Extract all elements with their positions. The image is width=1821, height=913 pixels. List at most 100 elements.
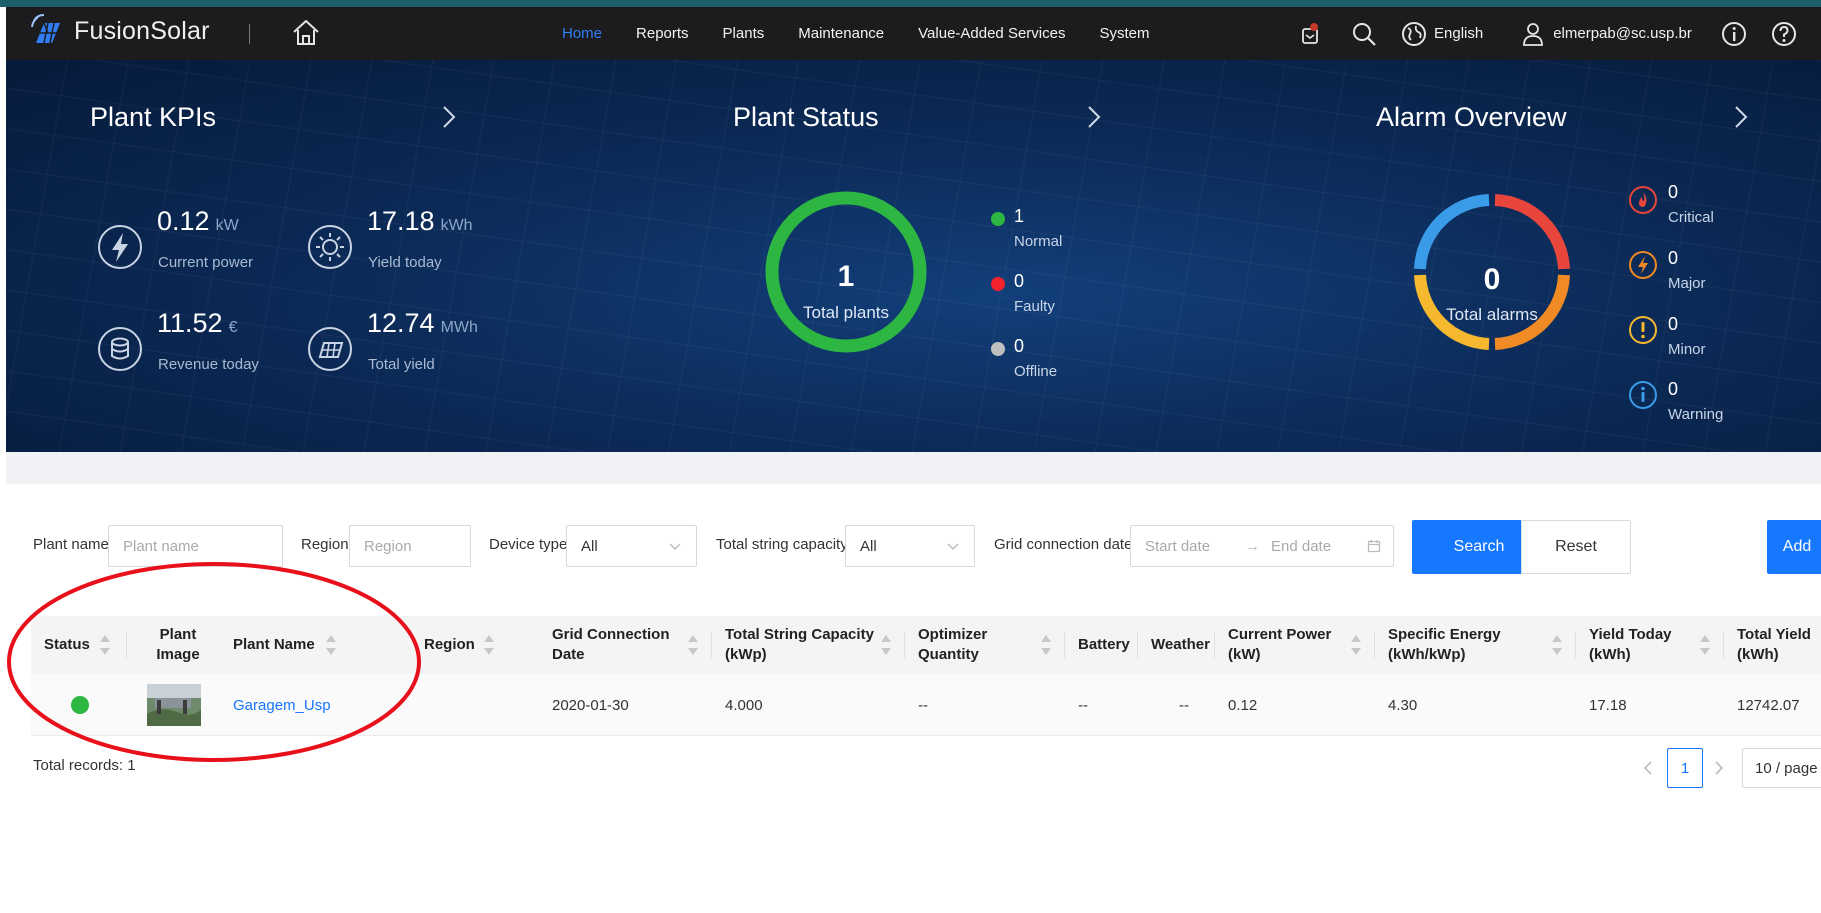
section-separator bbox=[6, 452, 1821, 484]
col-battery: Battery bbox=[1078, 635, 1130, 653]
region-input[interactable] bbox=[364, 537, 470, 555]
plant-thumbnail-image[interactable] bbox=[147, 684, 201, 726]
nav-maintenance[interactable]: Maintenance bbox=[798, 25, 884, 42]
date-range-arrow-icon: → bbox=[1245, 537, 1260, 555]
grid-connection-date-cell: 2020-01-30 bbox=[552, 696, 629, 714]
total-plants-count: 1 bbox=[837, 260, 855, 293]
plant-status-arrow-icon[interactable] bbox=[1085, 102, 1103, 132]
minor-count: 0 bbox=[1668, 314, 1679, 334]
page: FusionSolar Home Reports Plants Maintena… bbox=[0, 0, 1821, 913]
total-yield-value: 12.74 MWh bbox=[367, 308, 478, 338]
region-field[interactable] bbox=[349, 525, 471, 567]
user-icon[interactable] bbox=[1519, 20, 1547, 48]
total-string-capacity-cell: 4.000 bbox=[725, 696, 763, 714]
globe-icon[interactable] bbox=[1400, 20, 1428, 48]
warning-label: Warning bbox=[1668, 406, 1724, 423]
app-name: FusionSolar bbox=[74, 16, 210, 45]
sort-icon[interactable] bbox=[483, 632, 495, 658]
col-plant-name: Plant Name bbox=[233, 635, 315, 653]
nav-home[interactable]: Home bbox=[562, 25, 602, 42]
search-icon[interactable] bbox=[1350, 20, 1378, 48]
plant-status-title: Plant Status bbox=[733, 102, 879, 132]
col-status: Status bbox=[44, 635, 90, 653]
revenue-today-label: Revenue today bbox=[158, 356, 259, 373]
help-icon[interactable] bbox=[1770, 20, 1798, 48]
col-total-yield: Total Yield (kWh) bbox=[1737, 625, 1811, 663]
total-string-capacity-value: All bbox=[860, 537, 877, 555]
date-range-picker[interactable]: Start date → End date bbox=[1130, 525, 1394, 567]
col-current-power: Current Power (kW) bbox=[1228, 625, 1332, 663]
column-divider bbox=[904, 632, 905, 658]
app-logo[interactable]: FusionSolar bbox=[30, 13, 210, 49]
user-account[interactable]: elmerpab@sc.usp.br bbox=[1553, 25, 1692, 42]
pagination-next-icon[interactable] bbox=[1711, 758, 1727, 778]
warning-count: 0 bbox=[1668, 379, 1679, 399]
optimizer-quantity-cell: -- bbox=[918, 696, 928, 714]
plant-name-label: Plant name bbox=[33, 536, 109, 553]
status-normal-dot bbox=[71, 696, 89, 714]
offline-status-dot bbox=[991, 342, 1005, 356]
major-label: Major bbox=[1668, 275, 1706, 292]
plant-name-link[interactable]: Garagem_Usp bbox=[233, 697, 331, 714]
plant-kpis-title: Plant KPIs bbox=[90, 102, 217, 132]
normal-status-dot bbox=[991, 212, 1005, 226]
yield-today-cell: 17.18 bbox=[1589, 696, 1627, 714]
nav-value-added-services[interactable]: Value-Added Services bbox=[918, 25, 1065, 42]
critical-fire-icon bbox=[1629, 186, 1657, 214]
alarm-overview-title: Alarm Overview bbox=[1376, 102, 1567, 132]
alarm-overview-arrow-icon[interactable] bbox=[1732, 102, 1750, 132]
nav-plants[interactable]: Plants bbox=[723, 25, 765, 42]
sort-icon[interactable] bbox=[687, 632, 699, 658]
sort-icon[interactable] bbox=[1699, 632, 1711, 658]
revenue-today-value: 11.52 € bbox=[157, 308, 238, 338]
major-count: 0 bbox=[1668, 248, 1679, 268]
nav-system[interactable]: System bbox=[1099, 25, 1149, 42]
message-icon[interactable] bbox=[1296, 20, 1324, 48]
info-icon[interactable] bbox=[1720, 20, 1748, 48]
device-type-label: Device type bbox=[489, 536, 568, 553]
device-type-select[interactable]: All bbox=[566, 525, 697, 567]
chevron-down-icon bbox=[669, 543, 681, 550]
sort-icon[interactable] bbox=[1551, 632, 1563, 658]
lightning-icon bbox=[98, 225, 142, 269]
minor-label: Minor bbox=[1668, 341, 1706, 358]
col-optimizer-quantity: Optimizer Quantity bbox=[918, 625, 988, 663]
col-region: Region bbox=[424, 635, 475, 653]
current-power-cell: 0.12 bbox=[1228, 696, 1258, 714]
sort-icon[interactable] bbox=[880, 632, 892, 658]
critical-count: 0 bbox=[1668, 182, 1679, 202]
start-date-placeholder[interactable]: Start date bbox=[1145, 538, 1245, 555]
yield-today-value: 17.18 kWh bbox=[367, 206, 473, 236]
critical-label: Critical bbox=[1668, 209, 1714, 226]
nav-reports[interactable]: Reports bbox=[636, 25, 689, 42]
pagination-page-1[interactable]: 1 bbox=[1667, 748, 1703, 788]
reset-button[interactable]: Reset bbox=[1521, 520, 1631, 574]
total-alarms-label: Total alarms bbox=[1446, 305, 1538, 324]
table-row[interactable]: Garagem_Usp 2020-01-30 4.000 -- -- -- 0.… bbox=[31, 674, 1821, 736]
faulty-count: 0 bbox=[1014, 271, 1025, 291]
minor-exclamation-icon bbox=[1629, 316, 1657, 344]
total-plants-label: Total plants bbox=[803, 303, 889, 322]
add-button[interactable]: Add bbox=[1767, 520, 1821, 574]
plant-kpis-arrow-icon[interactable] bbox=[440, 102, 458, 132]
total-records: Total records: 1 bbox=[33, 757, 136, 774]
sort-icon[interactable] bbox=[325, 632, 337, 658]
solar-panel-icon bbox=[308, 327, 352, 371]
sort-icon[interactable] bbox=[1040, 632, 1052, 658]
page-size-select[interactable]: 10 / page bbox=[1742, 748, 1821, 788]
language-selector[interactable]: English bbox=[1434, 25, 1483, 42]
end-date-placeholder[interactable]: End date bbox=[1271, 538, 1367, 555]
header-tools: English elmerpab@sc.usp.br bbox=[1296, 7, 1798, 60]
plant-name-field[interactable] bbox=[108, 525, 283, 567]
calendar-icon[interactable] bbox=[1367, 539, 1381, 553]
logo-divider bbox=[249, 24, 250, 44]
sort-icon[interactable] bbox=[1350, 632, 1362, 658]
home-icon[interactable] bbox=[289, 16, 323, 50]
table-header: Status Plant Image Plant Name Region Gri… bbox=[31, 616, 1821, 674]
pagination-prev-icon[interactable] bbox=[1640, 758, 1656, 778]
total-string-capacity-select[interactable]: All bbox=[845, 525, 975, 567]
specific-energy-cell: 4.30 bbox=[1388, 696, 1418, 714]
sort-icon[interactable] bbox=[99, 632, 111, 658]
total-yield-cell: 12742.07 bbox=[1737, 696, 1800, 714]
plant-name-input[interactable] bbox=[123, 537, 282, 555]
